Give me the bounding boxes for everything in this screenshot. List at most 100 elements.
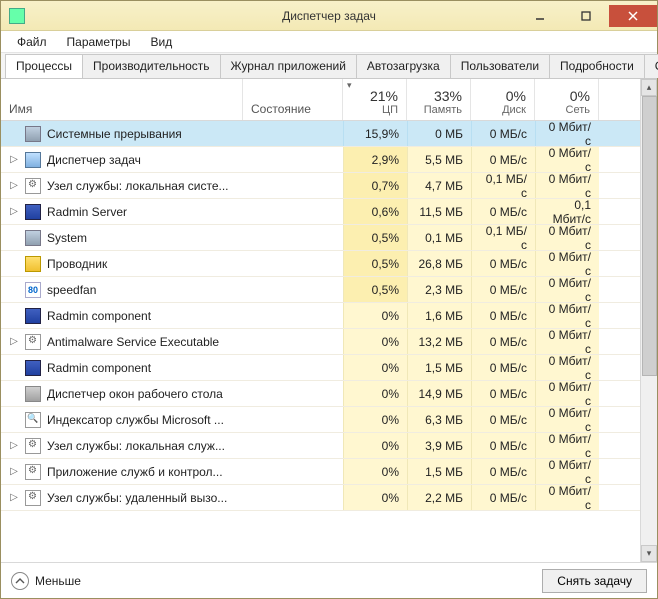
cpu-value: 15,9%	[343, 121, 407, 146]
memory-value: 14,9 МБ	[407, 381, 471, 406]
network-value: 0 Мбит/с	[535, 381, 599, 406]
end-task-button[interactable]: Снять задачу	[542, 569, 647, 593]
disk-value: 0 МБ/с	[471, 251, 535, 276]
process-state	[243, 459, 343, 484]
table-row[interactable]: ▷Узел службы: локальная служ...0%3,9 МБ0…	[1, 433, 640, 459]
table-row[interactable]: ▷Диспетчер задач2,9%5,5 МБ0 МБ/с0 Мбит/с	[1, 147, 640, 173]
tab-1[interactable]: Производительность	[82, 54, 220, 78]
column-state[interactable]: Состояние	[243, 79, 343, 120]
disk-value: 0 МБ/с	[471, 381, 535, 406]
sort-indicator-icon: ▾	[347, 80, 352, 91]
minimize-button[interactable]	[517, 5, 563, 27]
table-row[interactable]: ▷Узел службы: удаленный вызо...0%2,2 МБ0…	[1, 485, 640, 511]
process-state	[243, 251, 343, 276]
process-name: Приложение служб и контрол...	[47, 465, 223, 479]
menu-view[interactable]: Вид	[140, 33, 182, 51]
process-icon	[25, 230, 41, 246]
tab-0[interactable]: Процессы	[5, 54, 83, 78]
process-icon	[25, 412, 41, 428]
scroll-thumb[interactable]	[642, 96, 657, 376]
tab-3[interactable]: Автозагрузка	[356, 54, 451, 78]
process-name: Узел службы: локальная служ...	[47, 439, 225, 453]
expander-icon[interactable]: ▷	[9, 336, 19, 347]
tab-4[interactable]: Пользователи	[450, 54, 550, 78]
process-name: Диспетчер задач	[47, 153, 141, 167]
network-value: 0 Мбит/с	[535, 277, 599, 302]
disk-value: 0,1 МБ/с	[471, 225, 535, 250]
column-disk[interactable]: 0% Диск	[471, 79, 535, 120]
network-value: 0 Мбит/с	[535, 121, 599, 146]
column-network[interactable]: 0% Сеть	[535, 79, 599, 120]
table-row[interactable]: Индексатор службы Microsoft ...0%6,3 МБ0…	[1, 407, 640, 433]
fewer-details-button[interactable]: Меньше	[11, 572, 81, 590]
tab-5[interactable]: Подробности	[549, 54, 645, 78]
footer: Меньше Снять задачу	[1, 562, 657, 598]
expander-icon[interactable]: ▷	[9, 180, 19, 191]
process-icon	[25, 464, 41, 480]
process-state	[243, 303, 343, 328]
process-icon	[25, 178, 41, 194]
table-row[interactable]: Radmin component0%1,6 МБ0 МБ/с0 Мбит/с	[1, 303, 640, 329]
column-name[interactable]: Имя	[1, 79, 243, 120]
network-value: 0 Мбит/с	[535, 251, 599, 276]
process-icon: 80	[25, 282, 41, 298]
memory-value: 1,5 МБ	[407, 459, 471, 484]
titlebar[interactable]: Диспетчер задач	[1, 1, 657, 31]
scroll-up-button[interactable]: ▴	[641, 79, 657, 96]
cpu-value: 0%	[343, 485, 407, 510]
expander-icon[interactable]: ▷	[9, 466, 19, 477]
close-button[interactable]	[609, 5, 657, 27]
disk-value: 0 МБ/с	[471, 355, 535, 380]
expander-icon[interactable]: ▷	[9, 206, 19, 217]
tab-2[interactable]: Журнал приложений	[220, 54, 357, 78]
memory-value: 0 МБ	[407, 121, 471, 146]
process-icon	[25, 256, 41, 272]
table-row[interactable]: System0,5%0,1 МБ0,1 МБ/с0 Мбит/с	[1, 225, 640, 251]
network-value: 0 Мбит/с	[535, 329, 599, 354]
scroll-down-button[interactable]: ▾	[641, 545, 657, 562]
table-row[interactable]: ▷Antimalware Service Executable0%13,2 МБ…	[1, 329, 640, 355]
process-icon	[25, 152, 41, 168]
table-row[interactable]: ▷Узел службы: локальная систе...0,7%4,7 …	[1, 173, 640, 199]
table-row[interactable]: ▷Radmin Server0,6%11,5 МБ0 МБ/с0,1 Мбит/…	[1, 199, 640, 225]
table-row[interactable]: 80speedfan0,5%2,3 МБ0 МБ/с0 Мбит/с	[1, 277, 640, 303]
column-memory[interactable]: 33% Память	[407, 79, 471, 120]
maximize-button[interactable]	[563, 5, 609, 27]
network-value: 0 Мбит/с	[535, 303, 599, 328]
process-state	[243, 147, 343, 172]
disk-value: 0 МБ/с	[471, 147, 535, 172]
process-state	[243, 407, 343, 432]
network-value: 0 Мбит/с	[535, 173, 599, 198]
network-value: 0 Мбит/с	[535, 225, 599, 250]
tab-6[interactable]: С	[644, 54, 658, 78]
disk-value: 0 МБ/с	[471, 407, 535, 432]
expander-icon[interactable]: ▷	[9, 440, 19, 451]
process-state	[243, 121, 343, 146]
memory-value: 3,9 МБ	[407, 433, 471, 458]
process-name: Antimalware Service Executable	[47, 335, 219, 349]
expander-icon[interactable]: ▷	[9, 492, 19, 503]
cpu-value: 2,9%	[343, 147, 407, 172]
menu-options[interactable]: Параметры	[57, 33, 141, 51]
table-row[interactable]: Проводник0,5%26,8 МБ0 МБ/с0 Мбит/с	[1, 251, 640, 277]
column-cpu[interactable]: ▾ 21% ЦП	[343, 79, 407, 120]
process-name: System	[47, 231, 87, 245]
cpu-value: 0%	[343, 303, 407, 328]
network-value: 0 Мбит/с	[535, 147, 599, 172]
table-row[interactable]: Системные прерывания15,9%0 МБ0 МБ/с0 Мби…	[1, 121, 640, 147]
process-state	[243, 355, 343, 380]
table-row[interactable]: Диспетчер окон рабочего стола0%14,9 МБ0 …	[1, 381, 640, 407]
process-state	[243, 485, 343, 510]
expander-icon[interactable]: ▷	[9, 154, 19, 165]
task-manager-window: Диспетчер задач Файл Параметры Вид Проце…	[0, 0, 658, 599]
table-row[interactable]: Radmin component0%1,5 МБ0 МБ/с0 Мбит/с	[1, 355, 640, 381]
cpu-value: 0%	[343, 381, 407, 406]
vertical-scrollbar[interactable]: ▴ ▾	[640, 79, 657, 562]
process-name: Индексатор службы Microsoft ...	[47, 413, 224, 427]
network-value: 0 Мбит/с	[535, 407, 599, 432]
disk-value: 0 МБ/с	[471, 199, 535, 224]
memory-value: 11,5 МБ	[407, 199, 471, 224]
table-row[interactable]: ▷Приложение служб и контрол...0%1,5 МБ0 …	[1, 459, 640, 485]
window-title: Диспетчер задач	[282, 9, 376, 23]
menu-file[interactable]: Файл	[7, 33, 57, 51]
